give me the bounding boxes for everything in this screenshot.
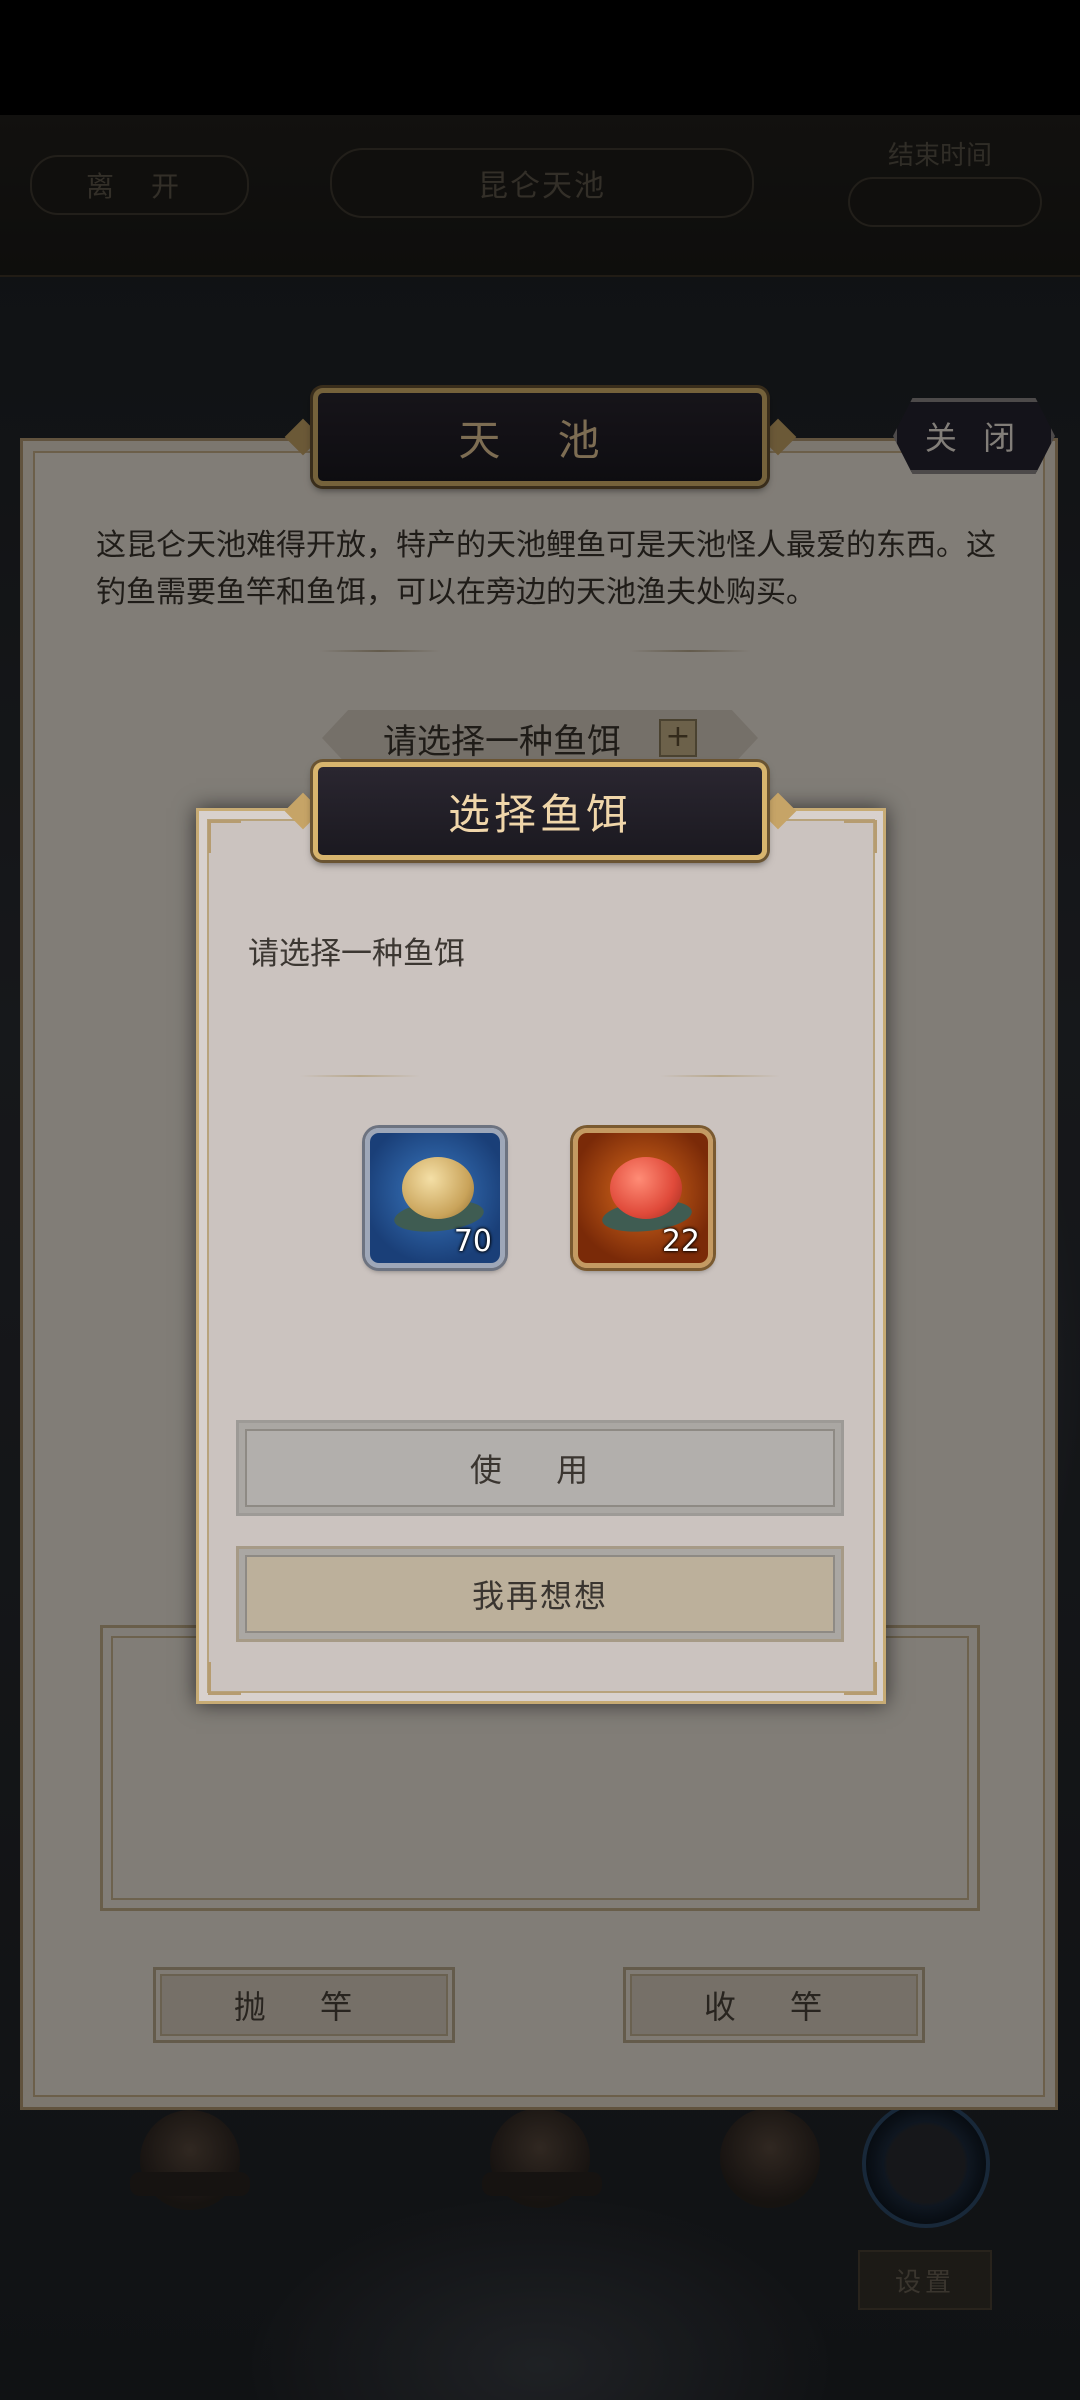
bait-ball-icon	[610, 1157, 682, 1219]
bait-item-normal[interactable]: 70	[365, 1128, 505, 1268]
divider	[300, 1075, 420, 1077]
corner-ornament-icon	[844, 820, 877, 853]
dialog-prompt: 请选择一种鱼饵	[248, 936, 465, 972]
dialog-title: 选择鱼饵	[313, 762, 767, 860]
use-button[interactable]: 使 用	[236, 1420, 844, 1516]
bait-item-special[interactable]: 22	[573, 1128, 713, 1268]
bait-count: 22	[661, 1224, 700, 1259]
rethink-button[interactable]: 我再想想	[236, 1546, 844, 1642]
bait-ball-icon	[402, 1157, 474, 1219]
divider	[660, 1075, 780, 1077]
corner-ornament-icon	[844, 1662, 877, 1695]
bait-count: 70	[453, 1224, 492, 1259]
corner-ornament-icon	[208, 1662, 241, 1695]
corner-ornament-icon	[208, 820, 241, 853]
